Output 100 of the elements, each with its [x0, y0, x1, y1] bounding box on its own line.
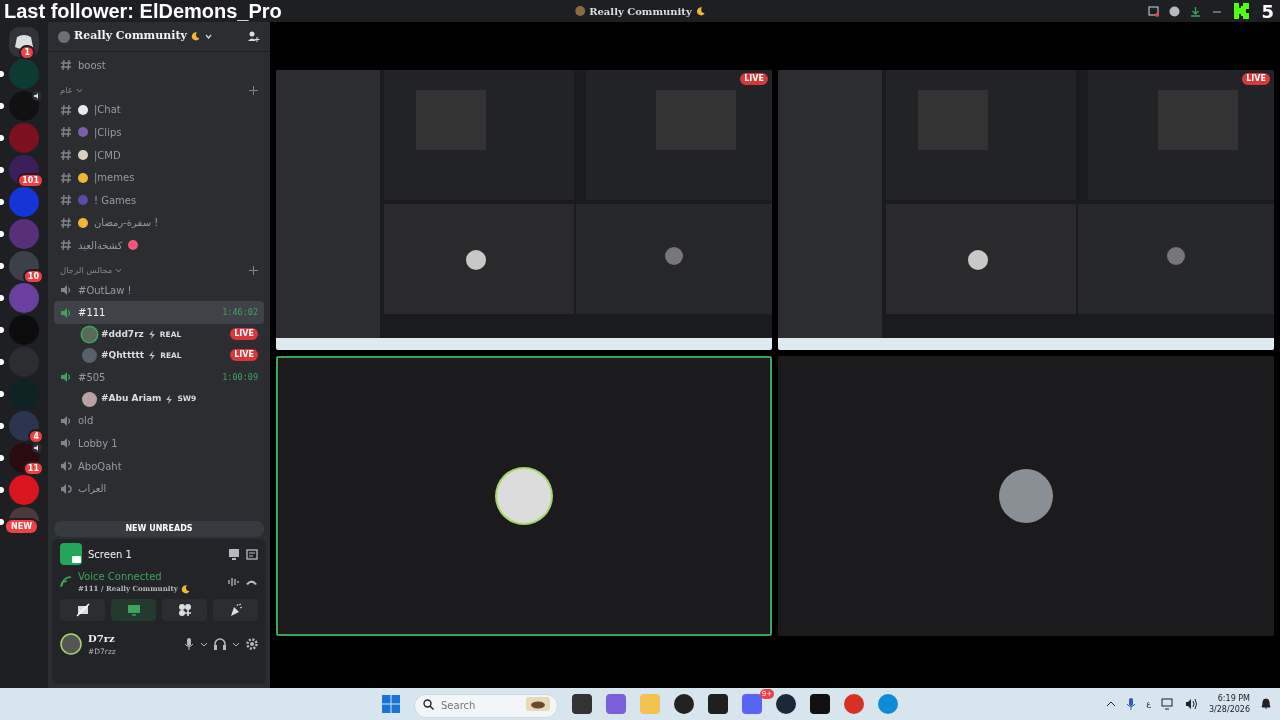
channel-item[interactable]: |Clips	[54, 121, 264, 144]
category-label[interactable]: مجالس الرجال	[60, 264, 113, 278]
live-badge: LIVE	[740, 73, 768, 85]
hash-icon	[60, 216, 72, 229]
hash-icon	[60, 126, 72, 139]
inbox-icon[interactable]	[1148, 5, 1160, 17]
hash-icon	[60, 171, 72, 184]
hash-icon	[60, 149, 72, 162]
channel-item[interactable]: Lobby 1	[54, 432, 264, 455]
channel-item[interactable]: #111 1:46:02	[54, 301, 264, 324]
lightning-icon	[165, 394, 174, 404]
chat-app-icon[interactable]	[742, 694, 762, 714]
channel-item[interactable]: AboQaht	[54, 454, 264, 478]
lightning-icon	[147, 329, 156, 339]
channel-item[interactable]: old	[54, 409, 264, 433]
screen-share-button[interactable]	[111, 598, 156, 621]
chevron-down-icon[interactable]	[203, 32, 213, 41]
clock-date[interactable]: 3/28/2026	[1208, 704, 1250, 715]
window-title: Really Community	[589, 4, 692, 19]
browser-icon[interactable]	[844, 694, 864, 714]
app-icon[interactable]	[810, 694, 830, 714]
add-channel-icon[interactable]	[249, 86, 258, 96]
party-icon	[228, 602, 243, 617]
task-view-icon[interactable]	[572, 694, 592, 714]
channel-item[interactable]: #505 1:00:09	[54, 365, 264, 389]
microphone-icon[interactable]	[1126, 698, 1137, 710]
hash-icon	[60, 59, 72, 72]
channel-item[interactable]: العراب	[54, 477, 264, 500]
lightning-icon	[148, 350, 157, 360]
participant-tile[interactable]	[276, 356, 772, 636]
user-avatar[interactable]	[60, 632, 82, 655]
popout-icon[interactable]	[246, 548, 258, 560]
help-icon[interactable]	[1169, 5, 1181, 17]
unread-badge: 10	[22, 269, 44, 284]
server-icon	[58, 30, 70, 43]
browser-icon[interactable]	[878, 694, 898, 714]
unread-badge: 1	[19, 45, 35, 60]
channel-item[interactable]: |CMD	[54, 143, 264, 167]
user-name[interactable]: #ddd7rz	[101, 327, 144, 342]
live-badge: LIVE	[230, 349, 258, 362]
category-label[interactable]: عام	[60, 84, 73, 97]
microphone-icon[interactable]	[184, 637, 194, 650]
chevron-icon[interactable]	[75, 87, 83, 95]
hash-icon	[60, 239, 72, 252]
hash-icon	[60, 194, 72, 207]
signal-icon	[60, 575, 72, 588]
user-name[interactable]: #Qhttttt	[101, 348, 145, 363]
kick-logo-icon	[1233, 2, 1252, 20]
camera-off-button[interactable]	[60, 598, 105, 621]
channel-item[interactable]: ! Games	[54, 188, 264, 212]
windows-start-icon[interactable]	[382, 695, 400, 713]
stream-icon	[60, 543, 82, 565]
settings-icon[interactable]	[246, 637, 258, 650]
camera-off-icon	[75, 602, 90, 617]
participant-tile[interactable]	[778, 356, 1274, 636]
party-button[interactable]	[213, 598, 258, 621]
record-icon[interactable]	[674, 694, 694, 714]
stage-icon	[60, 482, 72, 495]
call-timer: 1:46:02	[222, 306, 258, 319]
unread-badge: 11	[22, 461, 44, 476]
activities-icon	[177, 602, 192, 617]
bell-icon[interactable]	[1260, 698, 1272, 710]
language-indicator[interactable]: ع	[1146, 698, 1151, 710]
network-icon[interactable]	[1160, 698, 1175, 710]
stop-stream-icon[interactable]	[228, 548, 240, 560]
headphones-icon[interactable]	[214, 637, 226, 650]
follower-count: 5	[1261, 0, 1274, 24]
channel-item[interactable]: |Chat	[54, 98, 264, 122]
soundboard-icon[interactable]	[227, 575, 239, 588]
server-name[interactable]: Really Community	[74, 28, 187, 45]
search-icon	[423, 699, 434, 710]
live-badge: LIVE	[1242, 73, 1270, 85]
chevron-up-icon[interactable]	[1106, 699, 1117, 709]
download-icon[interactable]	[1190, 5, 1202, 17]
voice-status[interactable]: Voice Connected	[78, 569, 190, 584]
channel-item[interactable]: |memes	[54, 166, 264, 189]
server-icon[interactable]	[9, 411, 39, 441]
volume-icon[interactable]	[1184, 698, 1199, 710]
server-icon[interactable]	[9, 251, 39, 281]
chevron-icon[interactable]	[115, 267, 123, 275]
unread-badge: NEW	[4, 518, 39, 535]
channel-item[interactable]: boost	[54, 54, 264, 77]
screen-share-icon	[126, 602, 141, 617]
user-name[interactable]: #Abu Ariam	[101, 392, 162, 406]
channel-item[interactable]: سفرة-رمضان !	[54, 211, 264, 235]
add-user-icon[interactable]	[247, 30, 260, 43]
new-unreads-button[interactable]: NEW UNREADS	[54, 521, 264, 537]
stage-icon	[60, 460, 72, 472]
activities-button[interactable]	[162, 598, 207, 621]
live-badge: LIVE	[230, 328, 258, 341]
unread-badge: 101	[17, 173, 44, 188]
follower-overlay-text: Last follower: ElDemons_Pro	[4, 0, 282, 22]
channel-item[interactable]: كشخةالعيد	[54, 234, 264, 257]
channel-item[interactable]: #OutLaw !	[54, 278, 264, 302]
add-channel-icon[interactable]	[249, 266, 258, 276]
user-name: D7rz	[88, 631, 116, 646]
clock-time[interactable]: 6:19 PM	[1208, 693, 1250, 704]
home-button[interactable]: 1	[9, 27, 39, 57]
call-timer: 1:00:09	[222, 370, 258, 384]
hash-icon	[60, 103, 72, 116]
